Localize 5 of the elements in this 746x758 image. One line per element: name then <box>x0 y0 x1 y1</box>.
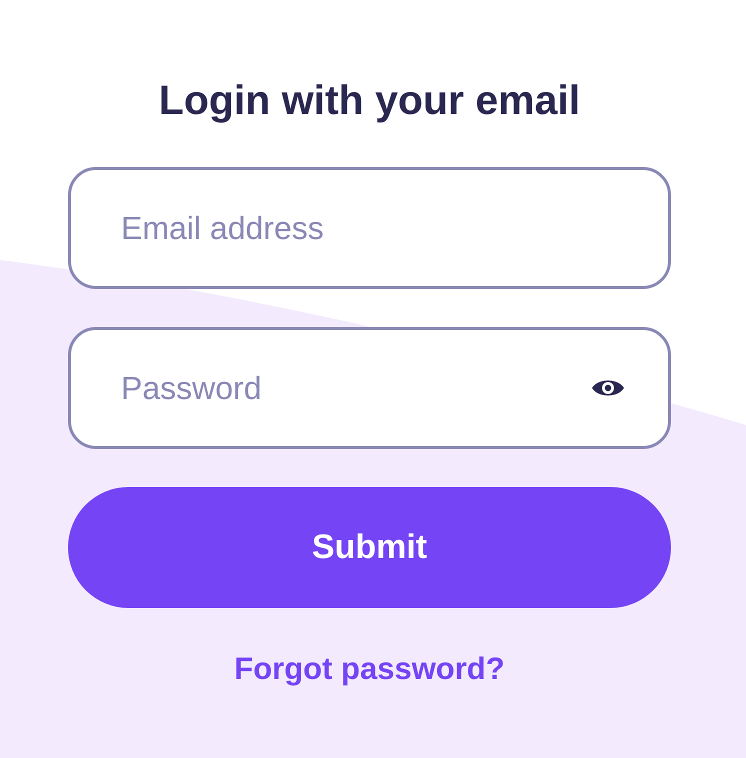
email-field[interactable]: Email address <box>68 167 671 290</box>
form-title: Login with your email <box>158 76 582 125</box>
password-field[interactable]: Password <box>68 327 671 450</box>
forgot-password-link[interactable]: Forgot password? <box>234 646 505 693</box>
submit-button[interactable]: Submit <box>68 487 671 608</box>
